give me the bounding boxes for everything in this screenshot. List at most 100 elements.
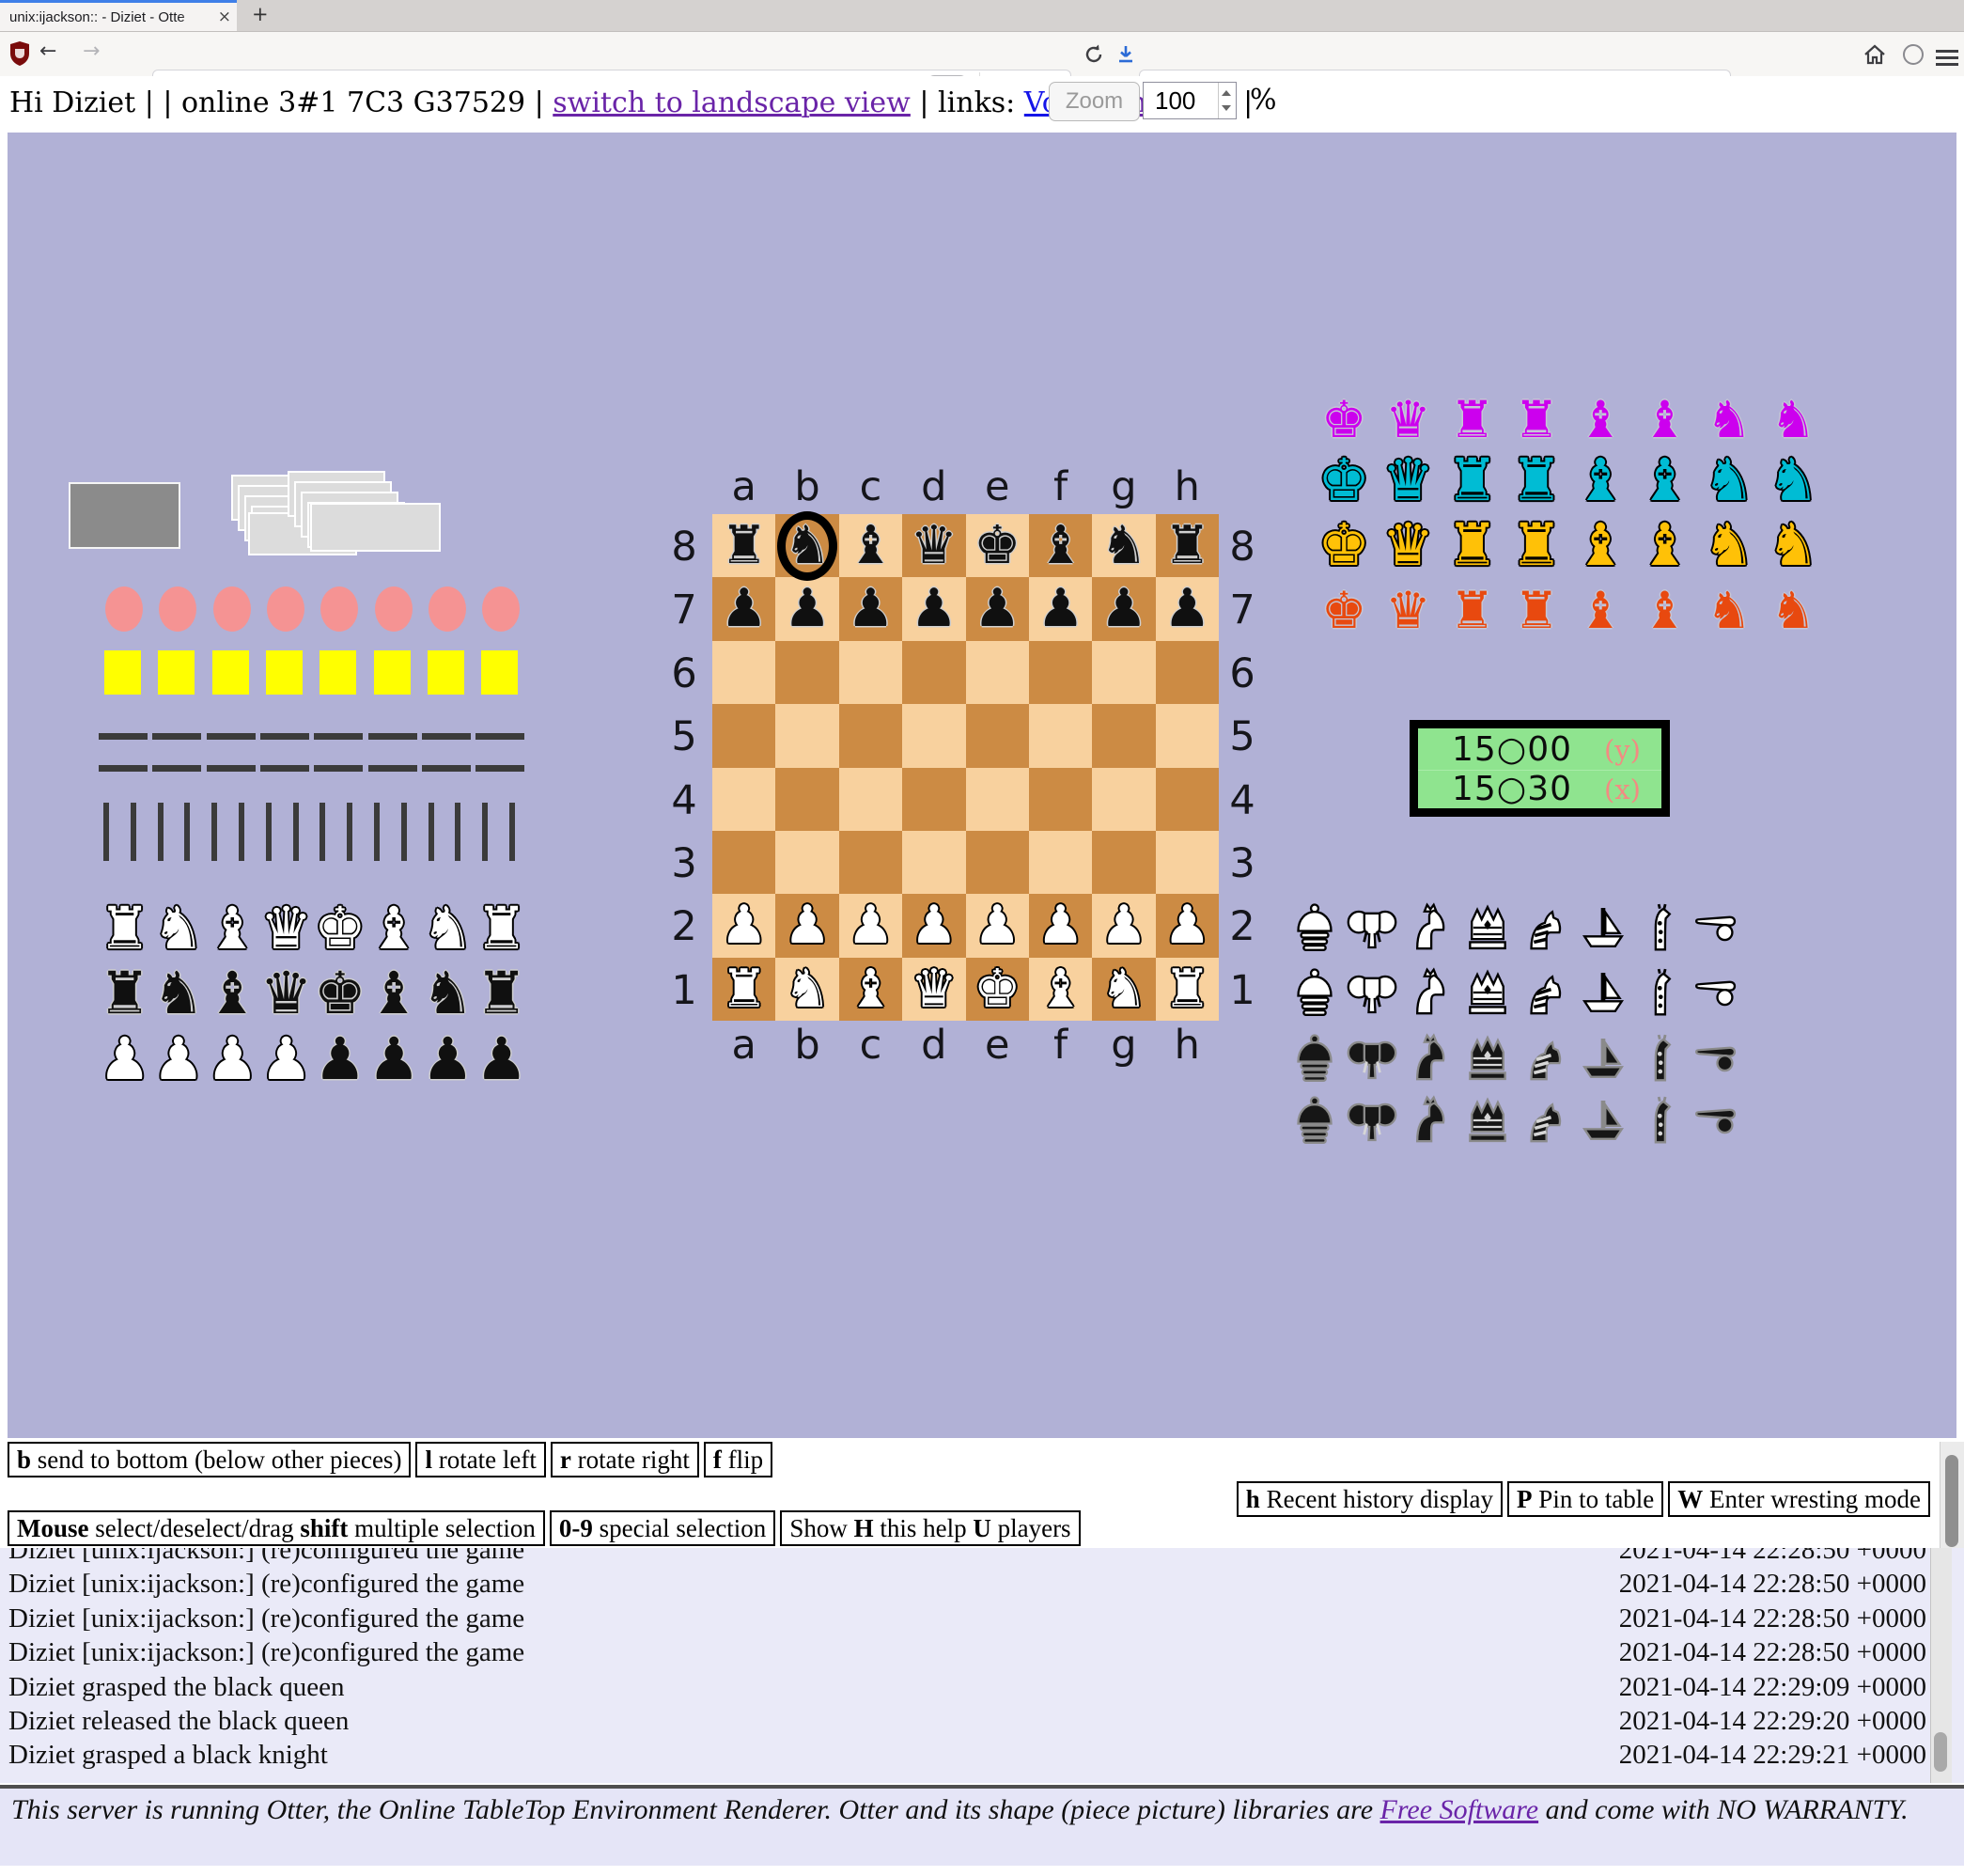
black-ship-piece[interactable] [1574, 1094, 1631, 1147]
account-icon[interactable] [1902, 43, 1925, 66]
token-circle[interactable] [267, 586, 304, 632]
spare-piece-wk[interactable]: ♚ [313, 895, 366, 962]
white-hat-piece[interactable] [1286, 901, 1343, 954]
black-fortress-piece[interactable] [1458, 1094, 1516, 1147]
token-bar[interactable] [184, 803, 190, 861]
square-g5[interactable] [1092, 704, 1155, 767]
square-d4[interactable] [902, 768, 965, 831]
magenta-piece-k[interactable]: ♚ [1312, 388, 1376, 452]
square-d6[interactable] [902, 641, 965, 704]
square-g2[interactable]: ♟ [1092, 894, 1155, 957]
square-a6[interactable] [712, 641, 775, 704]
white-ship-piece[interactable] [1574, 901, 1631, 954]
piece-bp-e7[interactable]: ♟ [966, 577, 1029, 640]
piece-wp-f2[interactable]: ♟ [1029, 894, 1092, 957]
magenta-piece-r[interactable]: ♜ [1504, 388, 1568, 452]
spare-piece-bb[interactable]: ♝ [206, 960, 259, 1027]
white-unicorn-piece[interactable] [1401, 966, 1458, 1019]
piece-wp-d2[interactable]: ♟ [902, 894, 965, 957]
cyan-piece-b[interactable]: ♝ [1568, 448, 1632, 512]
menu-icon[interactable] [1936, 46, 1958, 70]
token-bar[interactable] [103, 803, 109, 861]
token-dash[interactable] [260, 733, 309, 740]
orange-piece-n[interactable]: ♞ [1697, 579, 1761, 643]
token-circle[interactable] [159, 586, 196, 632]
token-bar[interactable] [320, 803, 325, 861]
black-hat-piece[interactable] [1286, 1032, 1343, 1085]
forward-icon[interactable]: → [83, 39, 100, 63]
token-dash[interactable] [260, 765, 309, 772]
piece-wp-e2[interactable]: ♟ [966, 894, 1029, 957]
square-d1[interactable]: ♛ [902, 958, 965, 1021]
spare-piece-bb[interactable]: ♝ [366, 960, 420, 1027]
black-elephant-piece[interactable] [1343, 1094, 1400, 1147]
spare-piece-bq[interactable]: ♛ [259, 960, 313, 1027]
square-b7[interactable]: ♟ [775, 577, 838, 640]
browser-tab[interactable]: unix:ijackson:: - Diziet - Otte × [0, 0, 237, 31]
piece-br-a8[interactable]: ♜ [712, 514, 775, 577]
square-f7[interactable]: ♟ [1029, 577, 1092, 640]
magenta-piece-r[interactable]: ♜ [1441, 388, 1504, 452]
orange-piece-k[interactable]: ♚ [1312, 579, 1376, 643]
zoom-level-input[interactable]: 100 [1143, 82, 1237, 119]
spare-piece-wn[interactable]: ♞ [421, 895, 475, 962]
cyan-piece-r[interactable]: ♜ [1441, 448, 1504, 512]
gold-piece-b[interactable]: ♝ [1632, 513, 1696, 577]
piece-br-h8[interactable]: ♜ [1156, 514, 1219, 577]
download-icon[interactable] [1114, 43, 1137, 66]
orange-piece-b[interactable]: ♝ [1568, 579, 1632, 643]
landscape-link[interactable]: switch to landscape view [553, 86, 911, 119]
token-square[interactable] [266, 650, 303, 695]
piece-wp-a2[interactable]: ♟ [712, 894, 775, 957]
token-square[interactable] [428, 650, 464, 695]
piece-wb-c1[interactable]: ♝ [839, 958, 902, 1021]
square-f4[interactable] [1029, 768, 1092, 831]
square-g8[interactable]: ♞ [1092, 514, 1155, 577]
orange-piece-n[interactable]: ♞ [1761, 579, 1825, 643]
spare-piece-wr[interactable]: ♜ [98, 895, 151, 962]
piece-bb-f8[interactable]: ♝ [1029, 514, 1092, 577]
piece-bp-d7[interactable]: ♟ [902, 577, 965, 640]
square-a1[interactable]: ♜ [712, 958, 775, 1021]
white-giraffe-piece[interactable] [1631, 966, 1689, 1019]
token-dash[interactable] [152, 733, 201, 740]
token-circle[interactable] [482, 586, 520, 632]
square-d8[interactable]: ♛ [902, 514, 965, 577]
token-dash[interactable] [475, 733, 524, 740]
square-e5[interactable] [966, 704, 1029, 767]
square-h3[interactable] [1156, 831, 1219, 894]
square-c5[interactable] [839, 704, 902, 767]
cyan-piece-r[interactable]: ♜ [1504, 448, 1568, 512]
chess-board[interactable]: ♜♞♝♛♚♝♞♜♟♟♟♟♟♟♟♟♟♟♟♟♟♟♟♟♜♞♝♛♚♝♞♜ [712, 514, 1219, 1021]
square-d3[interactable] [902, 831, 965, 894]
spare-piece-wb[interactable]: ♝ [206, 895, 259, 962]
orange-piece-b[interactable]: ♝ [1632, 579, 1696, 643]
token-bar[interactable] [374, 803, 380, 861]
square-a8[interactable]: ♜ [712, 514, 775, 577]
black-giraffe-piece[interactable] [1631, 1032, 1689, 1085]
square-a7[interactable]: ♟ [712, 577, 775, 640]
square-h1[interactable]: ♜ [1156, 958, 1219, 1021]
white-zebra-piece[interactable] [1517, 901, 1574, 954]
orange-piece-q[interactable]: ♛ [1376, 579, 1440, 643]
cyan-piece-n[interactable]: ♞ [1761, 448, 1825, 512]
piece-wb-f1[interactable]: ♝ [1029, 958, 1092, 1021]
spare-piece-wn[interactable]: ♞ [151, 895, 205, 962]
orange-piece-r[interactable]: ♜ [1504, 579, 1568, 643]
piece-wn-g1[interactable]: ♞ [1092, 958, 1155, 1021]
token-dash[interactable] [368, 733, 417, 740]
square-e1[interactable]: ♚ [966, 958, 1029, 1021]
piece-bb-c8[interactable]: ♝ [839, 514, 902, 577]
gold-piece-n[interactable]: ♞ [1761, 513, 1825, 577]
token-bar[interactable] [509, 803, 515, 861]
token-bar[interactable] [401, 803, 407, 861]
reload-icon[interactable] [1083, 43, 1105, 66]
piece-bp-b7[interactable]: ♟ [775, 577, 838, 640]
square-b4[interactable] [775, 768, 838, 831]
square-c7[interactable]: ♟ [839, 577, 902, 640]
square-f2[interactable]: ♟ [1029, 894, 1092, 957]
black-cannon-piece[interactable] [1690, 1032, 1747, 1085]
spare-piece-br[interactable]: ♜ [98, 960, 151, 1027]
token-dash[interactable] [314, 733, 363, 740]
white-unicorn-piece[interactable] [1401, 901, 1458, 954]
